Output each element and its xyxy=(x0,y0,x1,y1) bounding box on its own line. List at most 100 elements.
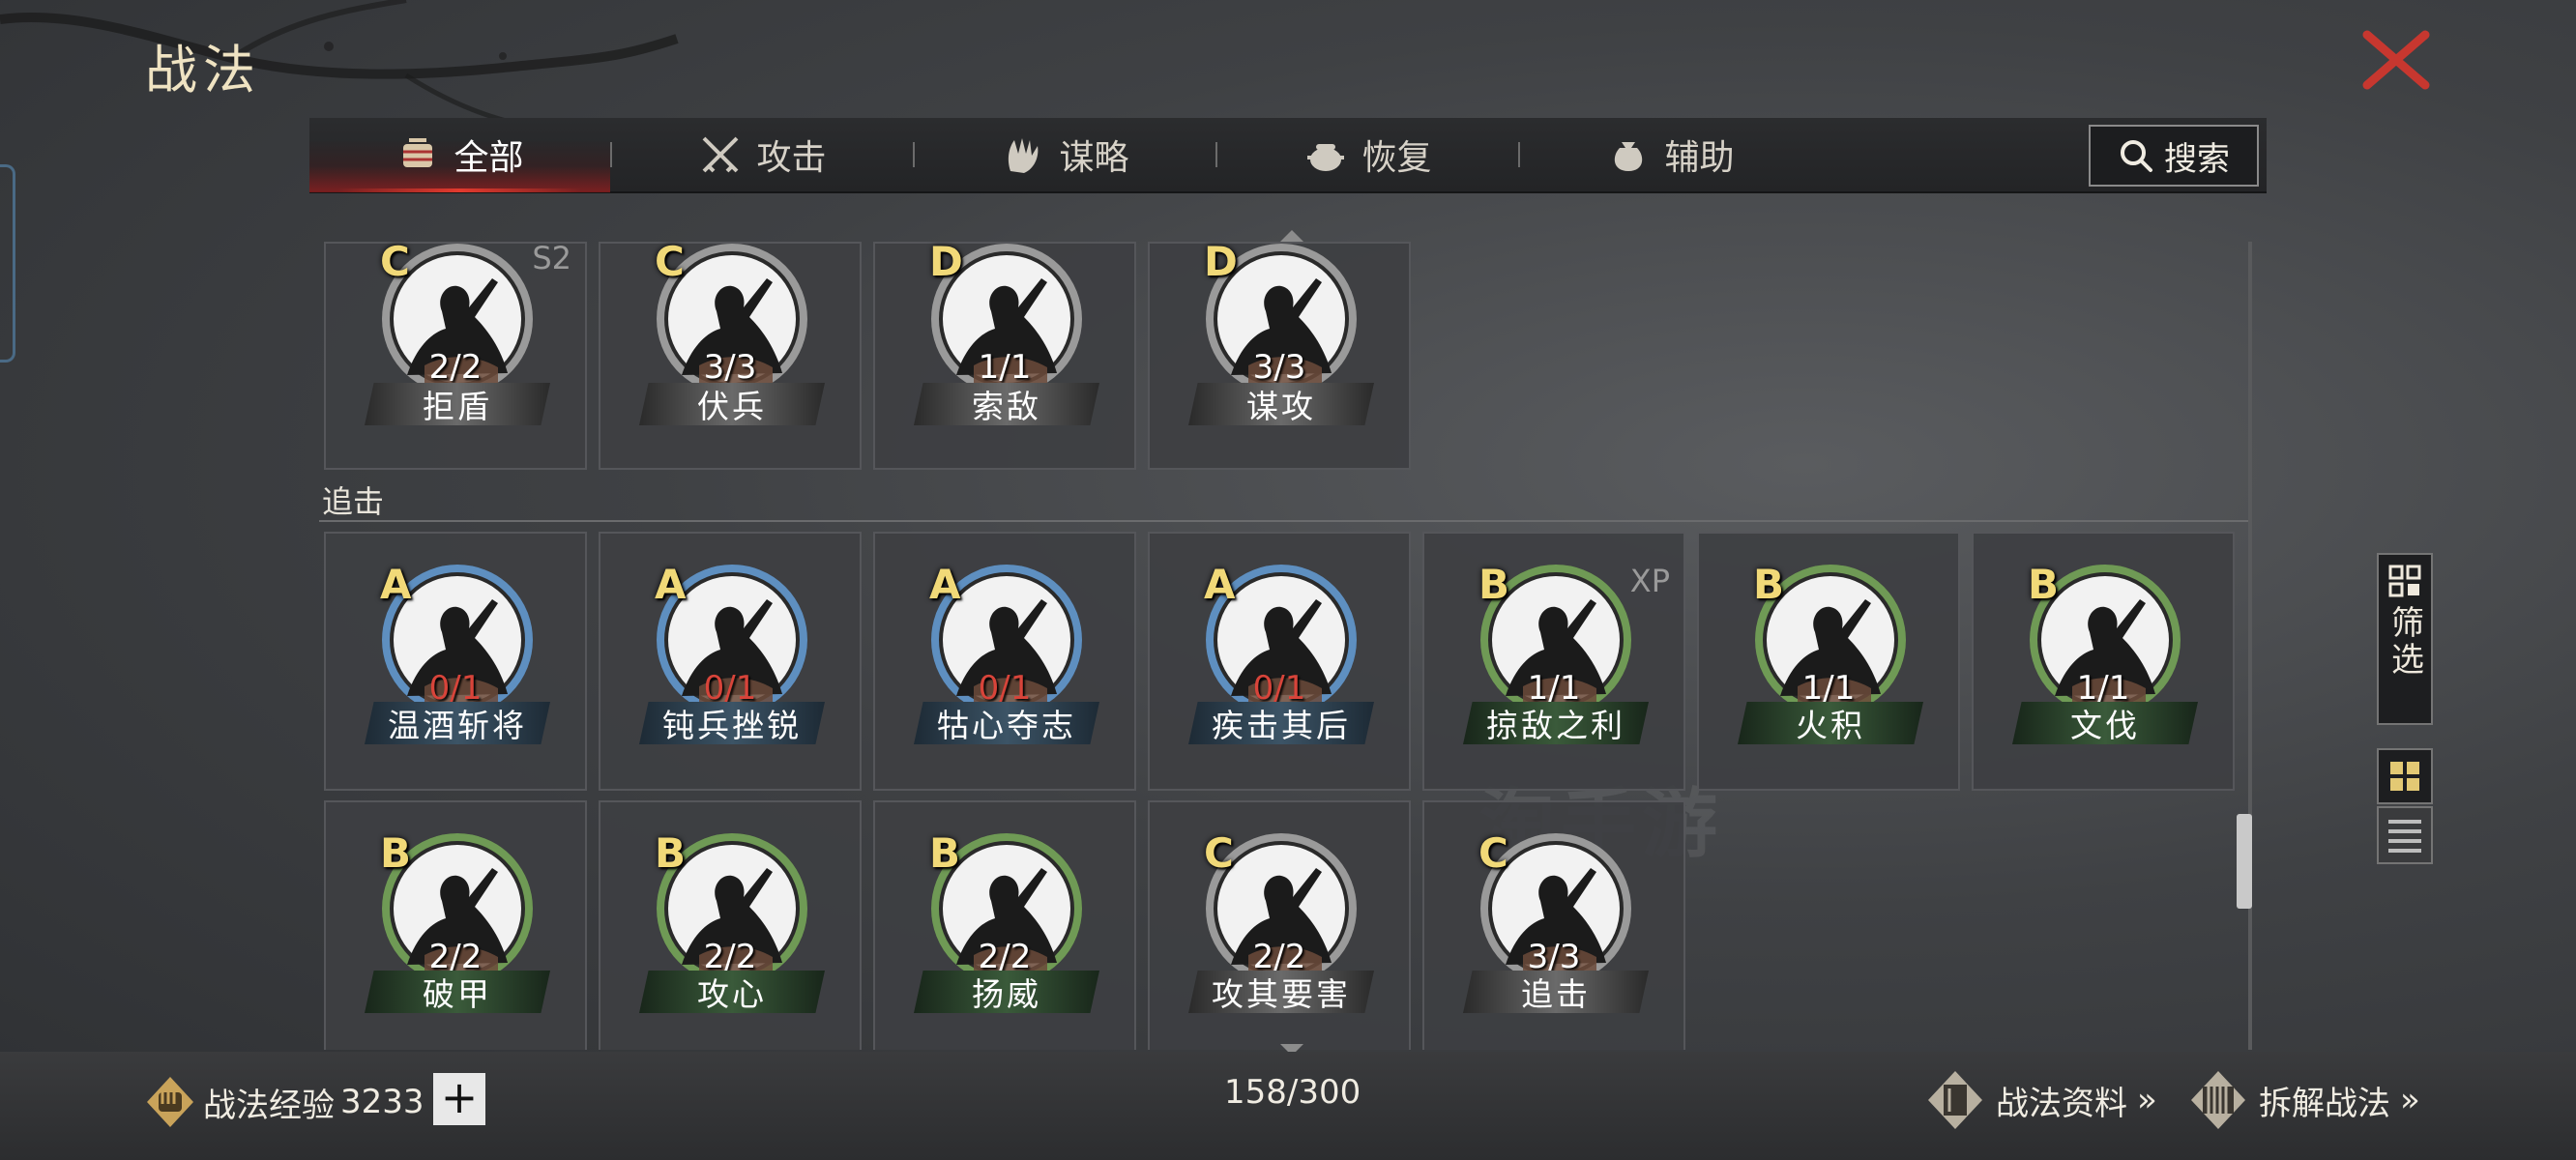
tab-label: 谋略 xyxy=(1059,138,1129,178)
tactic-card[interactable]: B 2/2 攻心 xyxy=(599,800,862,1050)
dismantle-label: 拆解战法 xyxy=(2259,1084,2390,1123)
filter-label: 筛选 xyxy=(2385,605,2424,679)
tactic-grade: C xyxy=(1478,829,1508,877)
tactic-grade: B xyxy=(1753,561,1785,608)
bag-icon xyxy=(1615,142,1643,171)
tab-attack[interactable]: 攻击 xyxy=(612,117,913,192)
tab-label: 攻击 xyxy=(756,138,827,178)
tactic-name: 温酒斩将 xyxy=(365,702,550,744)
tactic-card[interactable]: C 3/3 追击 xyxy=(1422,800,1685,1050)
tactic-exp: 战法经验 3233 xyxy=(143,1075,424,1129)
tactic-count: 3/3 xyxy=(703,348,757,387)
tactic-card[interactable]: D 1/1 索敌 xyxy=(873,242,1136,470)
add-exp-button[interactable]: + xyxy=(433,1073,485,1125)
tactic-name: 攻心 xyxy=(639,971,825,1013)
tactic-count: 3/3 xyxy=(1252,348,1306,387)
tactic-grade: A xyxy=(655,561,687,608)
section-divider xyxy=(319,520,2248,522)
tactic-name: 索敌 xyxy=(914,383,1099,425)
chevron-icon: » xyxy=(2137,1081,2157,1119)
tab-strategy[interactable]: 谋略 xyxy=(915,117,1215,192)
tactic-card[interactable]: B 2/2 破甲 xyxy=(324,800,587,1050)
tactic-card[interactable]: B 1/1 火积 xyxy=(1697,532,1960,791)
search-button[interactable]: 搜索 xyxy=(2089,125,2259,187)
grid-view-toggle[interactable] xyxy=(2377,748,2433,804)
filter-grid-icon xyxy=(2388,565,2421,597)
exp-fist-icon xyxy=(147,1077,193,1127)
tactic-card[interactable]: A 0/1 钝兵挫锐 xyxy=(599,532,862,791)
tactic-grade: C xyxy=(1204,829,1234,877)
tactic-grade: B xyxy=(655,829,687,877)
tab-label: 恢复 xyxy=(1361,138,1432,178)
scrollbar-track[interactable] xyxy=(2248,242,2252,1050)
tactic-name: 破甲 xyxy=(365,971,550,1013)
filter-button[interactable]: 筛选 xyxy=(2377,553,2433,725)
tactic-grade: A xyxy=(380,561,412,608)
scroll-bundle-icon xyxy=(2191,1071,2245,1129)
scrollbar-thumb[interactable] xyxy=(2237,814,2252,909)
tactic-name: 谋攻 xyxy=(1188,383,1374,425)
side-drawer-handle[interactable] xyxy=(0,164,15,362)
bundle-icon xyxy=(403,138,433,167)
book-icon xyxy=(1928,1071,1982,1129)
tab-recovery[interactable]: 恢复 xyxy=(1217,117,1518,192)
card-row-top: C S2 2/2 拒盾 C 3/3 伏兵 D 1/1 索敌 D 3/3 谋攻 xyxy=(324,242,1411,470)
tactic-name: 攻其要害 xyxy=(1188,971,1374,1013)
search-icon xyxy=(2121,140,2152,172)
tactic-card[interactable]: B XP 1/1 掠敌之利 xyxy=(1422,532,1685,791)
tab-support[interactable]: 辅助 xyxy=(1520,117,1821,192)
tactic-card[interactable]: C 2/2 攻其要害 xyxy=(1148,800,1411,1050)
tactic-name: 火积 xyxy=(1738,702,1923,744)
close-icon[interactable] xyxy=(2359,29,2433,91)
tactic-grade: B xyxy=(2028,561,2060,608)
tactic-capacity: 158/300 xyxy=(1224,1073,1361,1112)
tactic-count: 1/1 xyxy=(978,348,1032,387)
scroll-up-indicator xyxy=(1280,230,1303,242)
hand-icon xyxy=(1009,138,1039,173)
chevron-icon: » xyxy=(2400,1081,2420,1119)
category-tab-bar: 全部 攻击 谋略 恢复 辅助 搜索 xyxy=(309,117,2267,193)
tactic-grade: B xyxy=(1478,561,1510,608)
tab-all[interactable]: 全部 xyxy=(309,117,610,192)
tactic-name: 钝兵挫锐 xyxy=(639,702,825,744)
pot-icon xyxy=(1307,144,1345,171)
tactic-grade: D xyxy=(1204,242,1238,285)
section-header: 追击 xyxy=(322,483,385,520)
tactic-grade: B xyxy=(929,829,961,877)
tactic-name: 掠敌之利 xyxy=(1463,702,1649,744)
tactic-name: 疾击其后 xyxy=(1188,702,1374,744)
tactic-name: 牯心夺志 xyxy=(914,702,1099,744)
tactic-name: 伏兵 xyxy=(639,383,825,425)
tactic-info-link[interactable]: 战法资料 » xyxy=(1924,1069,2157,1131)
crossed-swords-icon xyxy=(703,136,739,173)
grid-view-icon xyxy=(2390,762,2419,791)
tactic-grade: C xyxy=(380,242,410,285)
tactic-card[interactable]: A 0/1 牯心夺志 xyxy=(873,532,1136,791)
tactic-card[interactable]: C S2 2/2 拒盾 xyxy=(324,242,587,470)
tactic-name: 追击 xyxy=(1463,971,1649,1013)
page-title: 战法 xyxy=(145,40,261,101)
tactic-grade: A xyxy=(929,561,961,608)
tactic-card[interactable]: B 1/1 文伐 xyxy=(1972,532,2235,791)
exp-value: 3233 xyxy=(340,1083,424,1121)
tactic-name: 扬威 xyxy=(914,971,1099,1013)
tactics-list: 淘手游 CS22/2拒盾C3/3伏兵D1/1索敌D3/3谋攻 追击 A0/1温酒… xyxy=(319,242,2253,1050)
tactic-card[interactable]: A 0/1 温酒斩将 xyxy=(324,532,587,791)
tactic-info-label: 战法资料 xyxy=(1996,1084,2127,1123)
tab-label: 辅助 xyxy=(1664,138,1735,178)
tactic-card[interactable]: B 2/2 扬威 xyxy=(873,800,1136,1050)
tactic-grade: D xyxy=(929,242,963,285)
bottom-bar: 战法经验 3233 + 158/300 战法资料 » 拆解战法 » xyxy=(0,1052,2576,1160)
tactic-source-tag: S2 xyxy=(532,242,571,276)
list-view-icon xyxy=(2388,820,2421,853)
tactic-card[interactable]: A 0/1 疾击其后 xyxy=(1148,532,1411,791)
tactic-grade: C xyxy=(655,242,685,285)
tactic-card[interactable]: C 3/3 伏兵 xyxy=(599,242,862,470)
search-label: 搜索 xyxy=(2164,139,2230,179)
card-row-2: B 2/2 破甲 B 2/2 攻心 B 2/2 扬威 C 2/2 攻其要害 C 3/3 追击 xyxy=(324,800,1685,1050)
tactic-card[interactable]: D 3/3 谋攻 xyxy=(1148,242,1411,470)
list-view-toggle[interactable] xyxy=(2377,806,2433,864)
card-row-1: A 0/1 温酒斩将 A 0/1 钝兵挫锐 A 0/1 牯心夺志 A 0/1 疾击其后 B XP 1/1 掠敌… xyxy=(324,532,2235,791)
tactic-name: 文伐 xyxy=(2012,702,2198,744)
dismantle-tactic-link[interactable]: 拆解战法 » xyxy=(2187,1069,2420,1131)
